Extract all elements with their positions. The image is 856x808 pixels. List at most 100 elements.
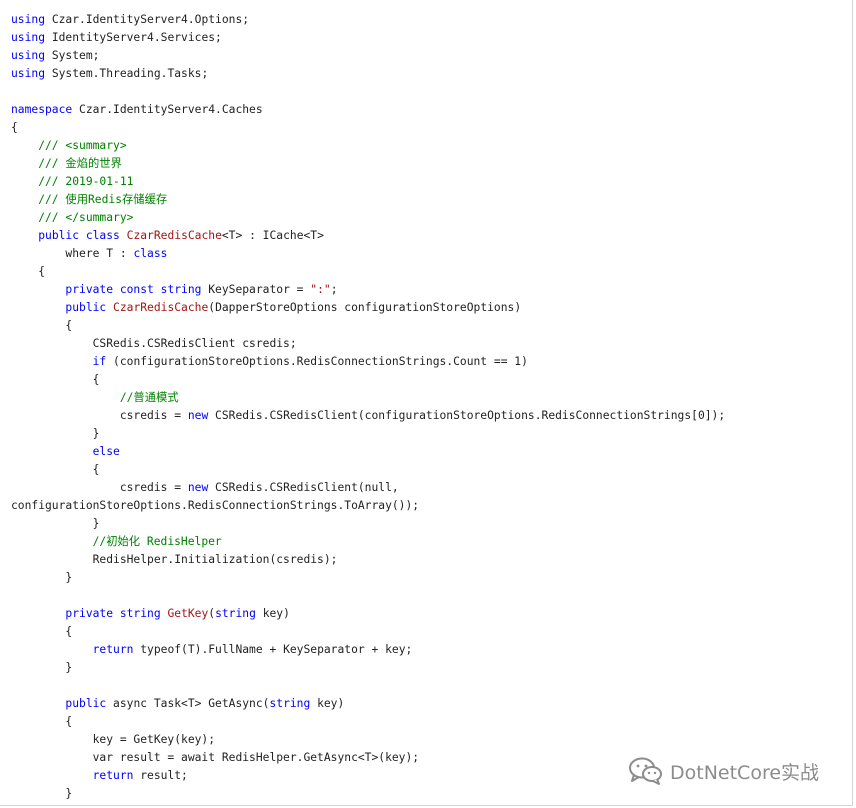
code-line: public CzarRedisCache(DapperStoreOptions… <box>11 299 725 317</box>
code-token: public class <box>38 229 120 242</box>
code-line: using System; <box>11 47 725 65</box>
code-token: } <box>11 661 73 674</box>
code-token: var result = await RedisHelper.GetAsync<… <box>11 751 420 764</box>
code-line: } <box>11 515 725 533</box>
code-token: ; <box>330 283 338 296</box>
code-token: System; <box>45 49 100 62</box>
code-token: { <box>11 319 73 332</box>
code-token: } <box>11 517 100 530</box>
code-token: result; <box>133 769 188 782</box>
code-line: private const string KeySeparator = ":"; <box>11 281 725 299</box>
code-token: public <box>65 301 107 314</box>
code-token: } <box>11 571 73 584</box>
code-line: using System.Threading.Tasks; <box>11 65 725 83</box>
code-token: using <box>11 49 46 62</box>
code-token: CSRedis.CSRedisClient csredis; <box>11 337 297 350</box>
code-line: public async Task<T> GetAsync(string key… <box>11 695 725 713</box>
code-line: var result = await RedisHelper.GetAsync<… <box>11 749 725 767</box>
wechat-bubbles-icon <box>629 757 662 785</box>
code-token: new <box>187 481 209 494</box>
code-line: /// <summary> <box>11 137 725 155</box>
code-token: return <box>92 643 134 656</box>
code-token: if <box>92 355 107 368</box>
code-token: return <box>92 769 134 782</box>
code-token: (DapperStoreOptions configurationStoreOp… <box>208 301 522 314</box>
code-token: CSRedis.CSRedisClient(null, <box>208 481 399 494</box>
code-token: /// 使用Redis存储缓存 <box>11 193 168 206</box>
code-token: CzarRedisCache <box>113 301 209 314</box>
code-token: namespace <box>11 103 73 116</box>
code-token: using <box>11 13 46 26</box>
code-token: csredis = <box>11 481 188 494</box>
code-line: { <box>11 713 725 731</box>
code-line: /// </summary> <box>11 209 725 227</box>
code-token: KeySeparator = <box>201 283 311 296</box>
code-line: } <box>11 659 725 677</box>
code-token: key) <box>255 607 290 620</box>
code-token: async Task<T> GetAsync( <box>106 697 270 710</box>
code-token: string <box>269 697 311 710</box>
code-line: } <box>11 569 725 587</box>
code-line: //普通模式 <box>11 389 725 407</box>
code-token: } <box>11 427 100 440</box>
code-block: using Czar.IdentityServer4.Options; using… <box>0 0 853 806</box>
code-line: public class CzarRedisCache<T> : ICache<… <box>11 227 725 245</box>
code-token: /// <summary> <box>11 139 127 152</box>
code-token: { <box>11 121 18 134</box>
code-line: using IdentityServer4.Services; <box>11 29 725 47</box>
code-line: //初始化 RedisHelper <box>11 533 725 551</box>
code-line: private string GetKey(string key) <box>11 605 725 623</box>
code-token: private const string <box>65 283 202 296</box>
code-line: configurationStoreOptions.RedisConnectio… <box>11 497 725 515</box>
code-token: GetKey <box>167 607 209 620</box>
code-line: return typeof(T).FullName + KeySeparator… <box>11 641 725 659</box>
code-token: typeof(T).FullName + KeySeparator + key; <box>133 643 413 656</box>
code-line: key = GetKey(key); <box>11 731 725 749</box>
code-line: else <box>11 443 725 461</box>
code-text: using Czar.IdentityServer4.Options; using… <box>11 11 725 803</box>
code-token: where T : <box>11 247 134 260</box>
code-line: { <box>11 371 725 389</box>
code-token: /// </summary> <box>11 211 134 224</box>
code-token: using <box>11 67 46 80</box>
code-line: /// 使用Redis存储缓存 <box>11 191 725 209</box>
code-token: Czar.IdentityServer4.Caches <box>72 103 263 116</box>
code-line: using Czar.IdentityServer4.Options; <box>11 11 725 29</box>
code-token: class <box>133 247 168 260</box>
code-token: configurationStoreOptions.RedisConnectio… <box>11 499 420 512</box>
code-token: IdentityServer4.Services; <box>45 31 222 44</box>
watermark-label: DotNetCore实战 <box>670 761 820 784</box>
code-token: (configurationStoreOptions.RedisConnecti… <box>106 355 528 368</box>
code-token: } <box>11 787 73 800</box>
watermark: DotNetCore实战 <box>628 755 819 787</box>
code-line: RedisHelper.Initialization(csredis); <box>11 551 725 569</box>
code-token: private string <box>65 607 161 620</box>
code-token: <T> : ICache<T> <box>221 229 324 242</box>
code-line: return result; <box>11 767 725 785</box>
code-token: CzarRedisCache <box>126 229 222 242</box>
code-token: //普通模式 <box>11 391 179 404</box>
code-line: /// 金焰的世界 <box>11 155 725 173</box>
code-token: Czar.IdentityServer4.Options; <box>45 13 250 26</box>
code-line: namespace Czar.IdentityServer4.Caches <box>11 101 725 119</box>
code-line: /// 2019-01-11 <box>11 173 725 191</box>
code-token: { <box>11 715 73 728</box>
code-token: /// 2019-01-11 <box>11 175 134 188</box>
code-token: new <box>187 409 209 422</box>
code-token: //初始化 RedisHelper <box>11 535 222 548</box>
code-token: RedisHelper.Initialization(csredis); <box>11 553 338 566</box>
code-token: { <box>11 463 100 476</box>
code-line: { <box>11 263 725 281</box>
code-line: } <box>11 785 725 803</box>
code-line: CSRedis.CSRedisClient csredis; <box>11 335 725 353</box>
code-line: { <box>11 461 725 479</box>
